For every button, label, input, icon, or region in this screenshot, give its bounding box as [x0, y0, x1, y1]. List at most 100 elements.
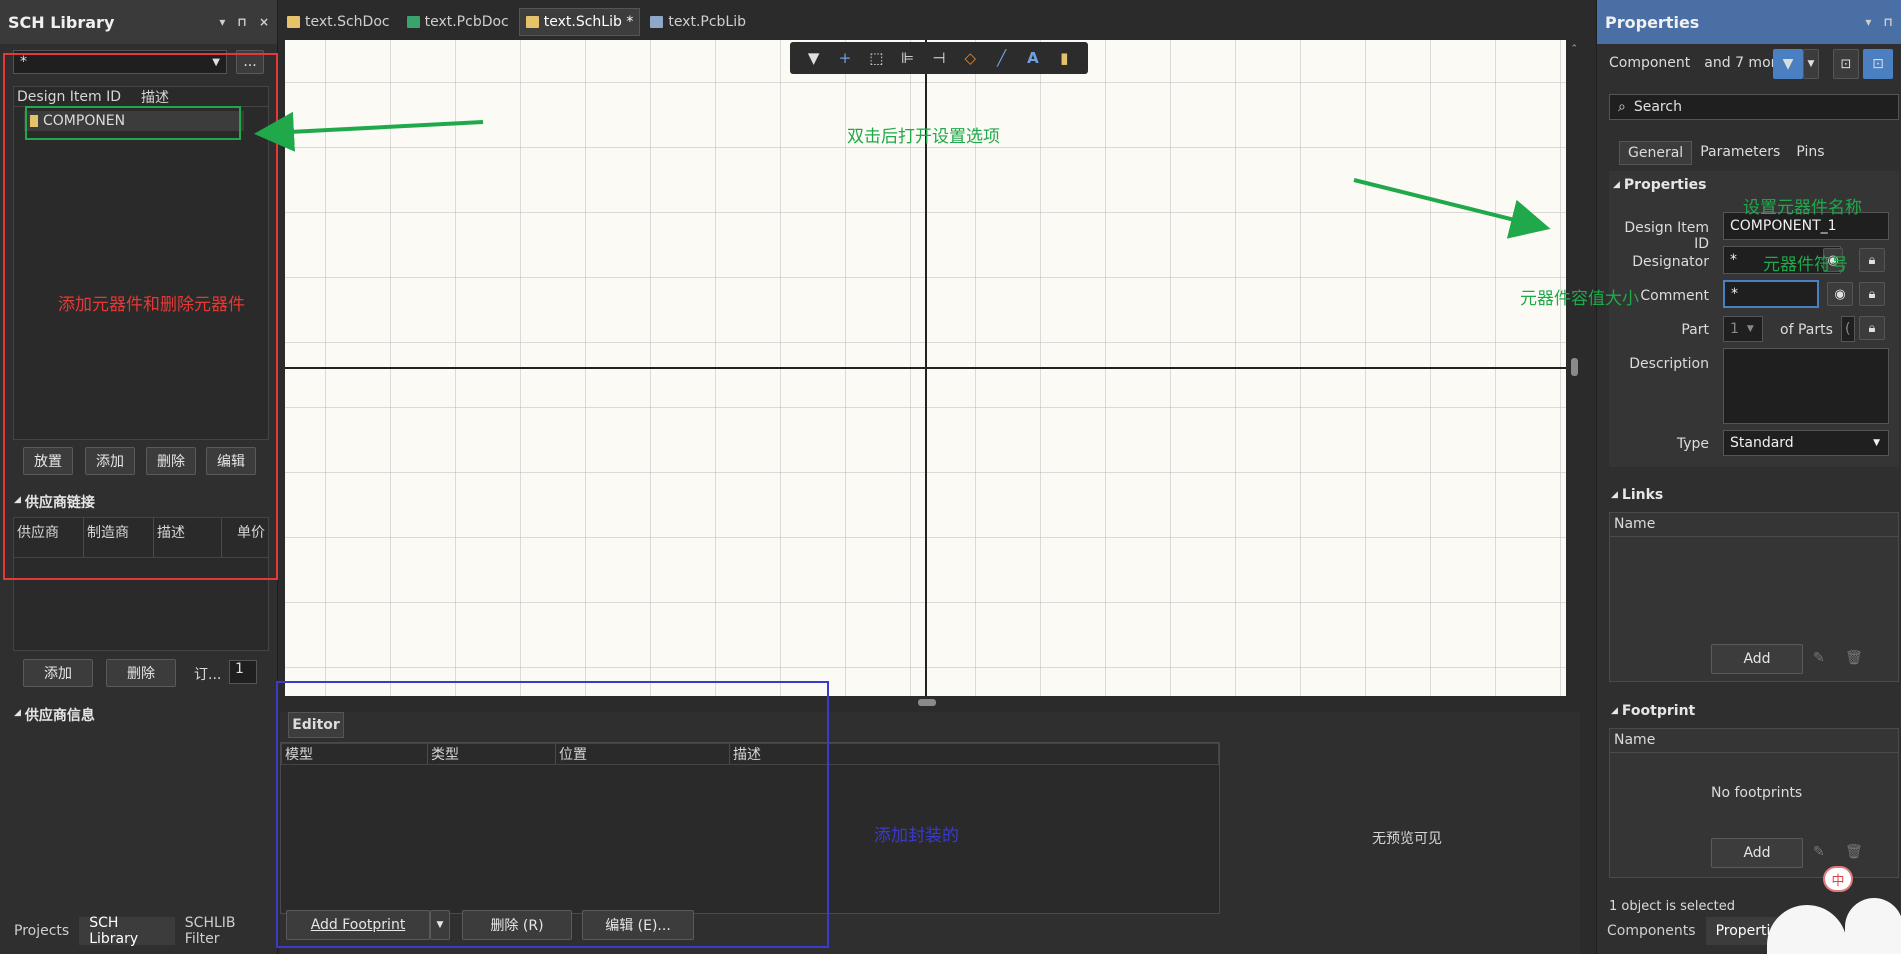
filter-icon[interactable]: ▼ — [803, 49, 825, 67]
search-icon: ⌕ — [1618, 99, 1626, 115]
scroll-thumb[interactable] — [918, 699, 936, 706]
select-icon[interactable]: ⊡ — [1833, 49, 1859, 79]
properties-tabs: General Parameters Pins — [1619, 141, 1833, 165]
component-filter-label: Component — [1609, 55, 1691, 71]
scroll-thumb[interactable] — [1571, 358, 1578, 376]
designator-lock-icon[interactable]: 🔒︎ — [1859, 248, 1885, 272]
pin-icon[interactable]: ⊓ — [1883, 15, 1893, 29]
tab-label: text.SchLib * — [543, 14, 634, 30]
tab-parameters[interactable]: Parameters — [1692, 141, 1788, 165]
panel-title: SCH Library — [8, 12, 115, 32]
ime-badge[interactable]: 中 — [1823, 866, 1853, 892]
type-label: Type — [1676, 436, 1709, 452]
pin-icon[interactable]: ⊓ — [237, 15, 247, 29]
part-select[interactable]: 1 ▼ — [1723, 316, 1763, 342]
align-icon[interactable]: ⊫ — [897, 49, 919, 67]
designator-label: Designator — [1632, 254, 1709, 270]
tab-general[interactable]: General — [1619, 141, 1693, 165]
links-delete-icon[interactable]: 🗑︎ — [1845, 650, 1863, 666]
filter-dropdown-icon[interactable]: ▼ — [1803, 49, 1819, 79]
canvas-toolbar: ▼ + ⬚ ⊫ ⊣ ◇ ╱ A ▮ — [790, 42, 1088, 74]
design-item-id-label: Design Item ID — [1624, 220, 1709, 252]
no-preview-label: 无预览可见 — [1372, 831, 1442, 847]
schdoc-icon — [287, 16, 300, 28]
tab-label: text.SchDoc — [305, 14, 390, 30]
part-lock-icon[interactable]: 🔒︎ — [1859, 316, 1885, 340]
search-input[interactable]: ⌕ Search — [1609, 94, 1899, 120]
section-title: Properties — [1623, 177, 1707, 193]
of-parts-label: of Parts — [1780, 322, 1833, 338]
vertical-scrollbar[interactable]: ⌃ — [1567, 40, 1582, 696]
filter-icon[interactable]: ▼ — [1773, 49, 1803, 79]
canvas-annotation-text: 双击后打开设置选项 — [847, 127, 1000, 147]
tab-projects[interactable]: Projects — [4, 917, 79, 945]
type-value: Standard — [1730, 435, 1794, 451]
dropdown-arrow-icon: ▼ — [1873, 438, 1880, 448]
comment-visibility-icon[interactable]: ◉ — [1827, 282, 1853, 306]
part-value: 1 — [1730, 321, 1739, 337]
panel-menu-icon[interactable]: ▾ — [1865, 15, 1871, 29]
tab-sch-library[interactable]: SCH Library — [79, 915, 175, 947]
footprint-section-title[interactable]: ◢ Footprint — [1611, 703, 1695, 719]
comment-field[interactable]: * — [1723, 280, 1819, 308]
selection-status: 1 object is selected — [1609, 899, 1735, 914]
links-name-col[interactable]: Name — [1610, 513, 1898, 537]
properties-section-title[interactable]: ◢ Properties — [1613, 177, 1706, 193]
tab-text-pcbdoc[interactable]: text.PcbDoc — [399, 8, 516, 36]
eraser-icon[interactable]: ◇ — [959, 49, 981, 67]
cross-icon[interactable]: + — [834, 49, 856, 67]
footprint-delete-icon[interactable]: 🗑︎ — [1845, 844, 1863, 860]
tab-label: text.PcbLib — [668, 14, 747, 30]
select-rect-icon[interactable]: ⬚ — [865, 49, 887, 67]
footprint-name-col[interactable]: Name — [1610, 729, 1898, 753]
document-tabs: text.SchDoc text.PcbDoc text.SchLib * te… — [280, 8, 754, 36]
of-parts-field: ( — [1841, 316, 1855, 342]
part-icon[interactable]: ▮ — [1053, 49, 1075, 67]
close-icon[interactable]: × — [259, 15, 269, 29]
pin-icon[interactable]: ⊣ — [928, 49, 950, 67]
order-quantity-stepper[interactable]: 1 — [229, 660, 257, 684]
footprint-annotation-box — [276, 681, 829, 948]
tab-text-pcblib[interactable]: text.PcbLib — [643, 8, 754, 36]
tab-components[interactable]: Components — [1597, 917, 1706, 945]
mascot-image — [1845, 898, 1901, 954]
scroll-up-icon[interactable]: ⌃ — [1571, 44, 1579, 54]
tab-pins[interactable]: Pins — [1788, 141, 1832, 165]
description-field[interactable] — [1723, 348, 1889, 424]
mascot-image — [1767, 905, 1847, 954]
links-section-title[interactable]: ◢ Links — [1611, 487, 1663, 503]
origin-horizontal-axis — [285, 367, 1566, 369]
links-add-button[interactable]: Add — [1711, 644, 1803, 674]
sch-library-header: SCH Library ▾ ⊓ × — [0, 0, 277, 44]
footprint-annotation-text: 添加封装的 — [874, 826, 959, 846]
collapse-icon: ◢ — [1611, 706, 1618, 716]
type-select[interactable]: Standard ▼ — [1723, 430, 1889, 456]
part-label: Part — [1681, 322, 1709, 338]
tab-schlib-filter[interactable]: SCHLIB Filter — [175, 915, 277, 947]
section-title: Links — [1621, 487, 1664, 503]
footprint-add-button[interactable]: Add — [1711, 838, 1803, 868]
footprint-edit-icon[interactable]: ✎ — [1813, 844, 1825, 860]
collapse-icon: ◢ — [1613, 180, 1620, 190]
line-icon[interactable]: ╱ — [991, 49, 1013, 67]
component-highlight-box — [25, 106, 241, 140]
name-annotation-text: 设置元器件名称 — [1743, 198, 1862, 218]
supplier-add-button[interactable]: 添加 — [23, 659, 93, 687]
tab-text-schlib[interactable]: text.SchLib * — [518, 8, 641, 36]
panel-menu-icon[interactable]: ▾ — [219, 15, 225, 29]
supplier-delete-button[interactable]: 删除 — [106, 659, 176, 687]
collapse-icon: ◢ — [14, 708, 21, 718]
tab-text-schdoc[interactable]: text.SchDoc — [280, 8, 397, 36]
dropdown-arrow-icon: ▼ — [1746, 324, 1754, 334]
text-icon[interactable]: A — [1022, 49, 1044, 67]
pcbdoc-icon — [406, 16, 420, 28]
value-annotation-text: 元器件容值大小 — [1520, 289, 1639, 309]
symbol-annotation-text: 元器件符号 — [1763, 255, 1848, 275]
select-mode-icon[interactable]: ⊡ — [1863, 49, 1893, 79]
panel-title: Properties — [1605, 12, 1700, 32]
links-edit-icon[interactable]: ✎ — [1813, 650, 1825, 666]
left-annotation-text: 添加元器件和删除元器件 — [58, 295, 245, 315]
supplier-info-section[interactable]: ◢ 供应商信息 — [14, 705, 95, 725]
section-title: Footprint — [1621, 703, 1696, 719]
comment-lock-icon[interactable]: 🔒︎ — [1859, 282, 1885, 306]
